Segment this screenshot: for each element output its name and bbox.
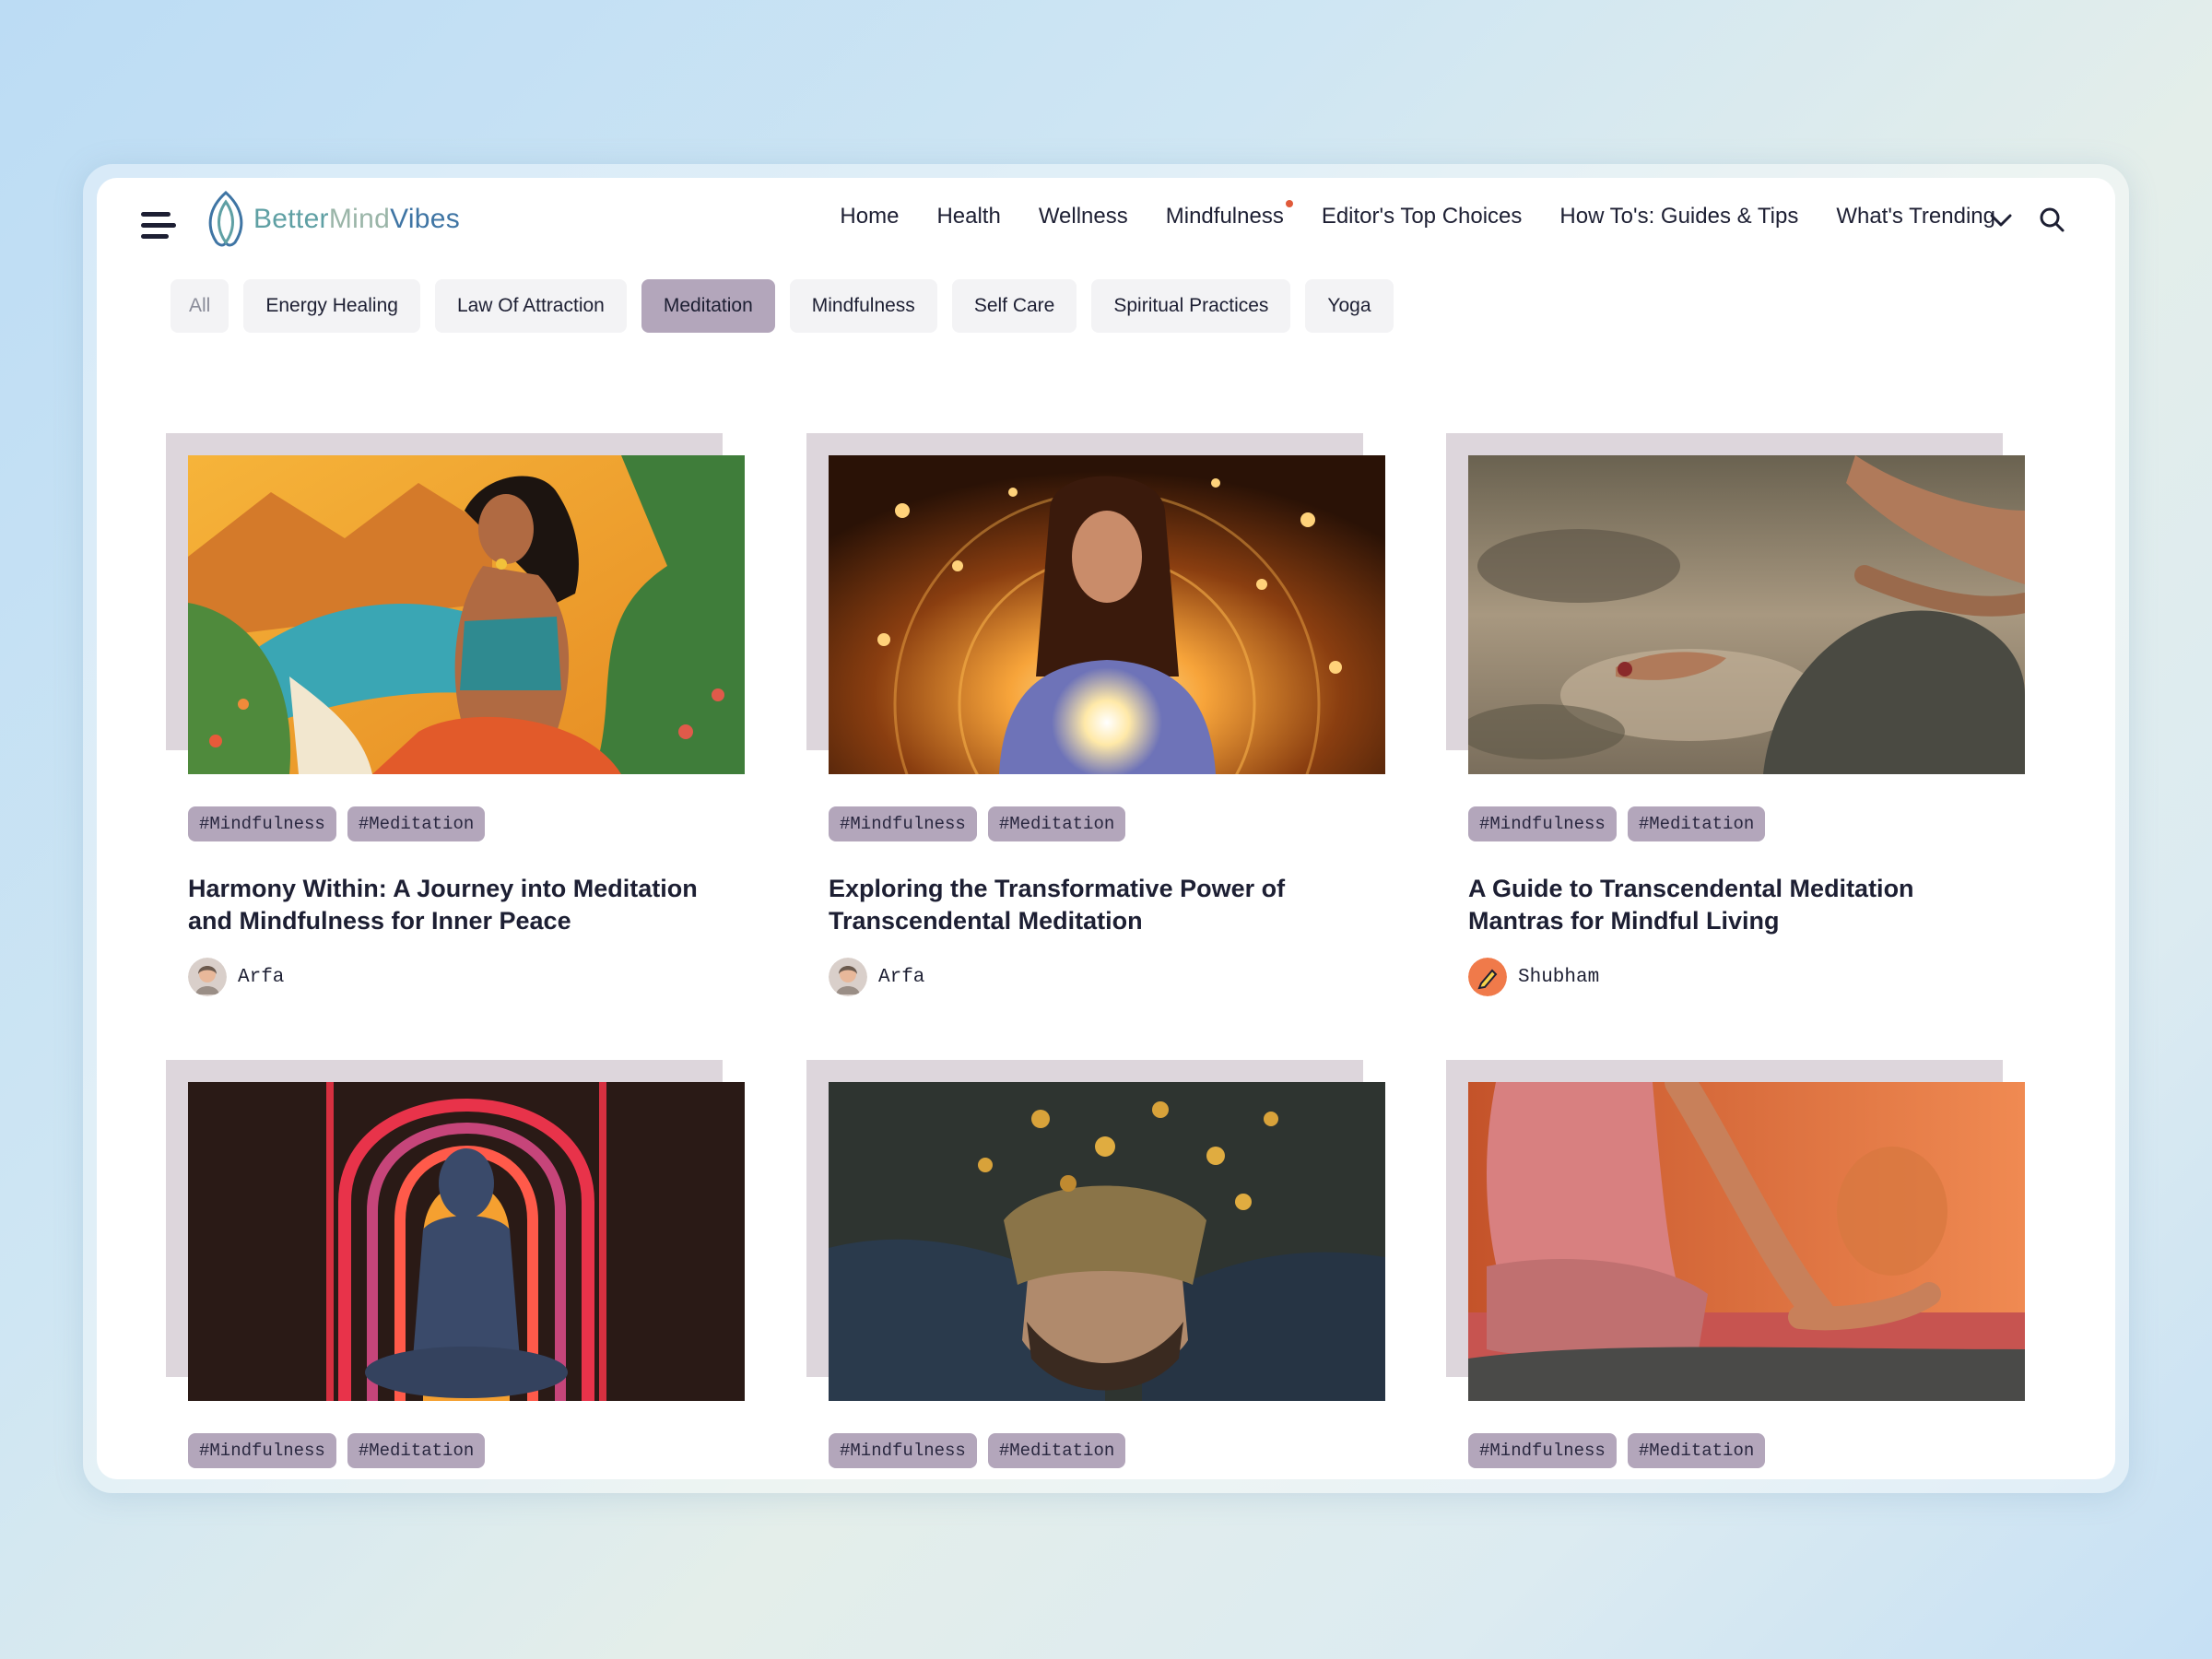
category-chip-yoga[interactable]: Yoga (1305, 279, 1394, 333)
chevron-down-icon[interactable] (1988, 209, 2014, 231)
author-name: Shubham (1518, 966, 1600, 988)
article-image[interactable] (1468, 1082, 2025, 1401)
article-card[interactable]: #Mindfulness #Meditation (166, 1060, 747, 1468)
article-card[interactable]: #Mindfulness #Meditation Harmony Within:… (166, 433, 747, 996)
category-chip-self-care[interactable]: Self Care (951, 279, 1077, 333)
tag-mindfulness[interactable]: #Mindfulness (829, 1433, 977, 1468)
article-card[interactable]: #Mindfulness #Meditation Exploring the T… (806, 433, 1387, 996)
nav-item-wellness[interactable]: Wellness (1039, 204, 1128, 229)
nav-item-how-tos[interactable]: How To's: Guides & Tips (1559, 204, 1798, 229)
article-card[interactable]: #Mindfulness #Meditation (806, 1060, 1387, 1468)
article-image[interactable] (188, 455, 745, 774)
browser-window: BetterMindVibes Home Health Wellness Min… (97, 178, 2115, 1479)
tag-mindfulness[interactable]: #Mindfulness (1468, 806, 1617, 841)
site-name: BetterMindVibes (253, 204, 461, 234)
tag-meditation[interactable]: #Meditation (987, 806, 1126, 841)
category-chip-spiritual-practices[interactable]: Spiritual Practices (1091, 279, 1291, 333)
category-chip-all[interactable]: All (171, 279, 229, 333)
tag-meditation[interactable]: #Meditation (347, 806, 486, 841)
category-chip-meditation[interactable]: Meditation (641, 279, 775, 333)
search-icon[interactable] (2038, 206, 2065, 233)
article-image[interactable] (188, 1082, 745, 1401)
nav-item-editors-top-choices[interactable]: Editor's Top Choices (1322, 204, 1523, 229)
article-card[interactable]: #Mindfulness #Meditation (1446, 1060, 2027, 1468)
tag-meditation[interactable]: #Meditation (987, 1433, 1126, 1468)
author-name: Arfa (878, 966, 925, 988)
tag-mindfulness[interactable]: #Mindfulness (1468, 1433, 1617, 1468)
tag-mindfulness[interactable]: #Mindfulness (829, 806, 977, 841)
article-author[interactable]: Shubham (1468, 958, 2027, 996)
article-image[interactable] (1468, 455, 2025, 774)
nav-item-mindfulness[interactable]: Mindfulness (1166, 200, 1293, 229)
article-title[interactable]: Exploring the Transformative Power of Tr… (829, 873, 1363, 937)
category-chip-law-of-attraction[interactable]: Law Of Attraction (434, 279, 627, 333)
article-image[interactable] (829, 1082, 1385, 1401)
site-logo[interactable]: BetterMindVibes (200, 189, 460, 250)
tag-mindfulness[interactable]: #Mindfulness (188, 806, 336, 841)
article-author[interactable]: Arfa (188, 958, 747, 996)
main-nav: Home Health Wellness Mindfulness Editor'… (802, 200, 1995, 229)
author-avatar (829, 958, 867, 996)
author-avatar (188, 958, 227, 996)
category-chip-mindfulness[interactable]: Mindfulness (789, 279, 937, 333)
nav-item-whats-trending[interactable]: What's Trending (1836, 204, 1995, 229)
author-name: Arfa (238, 966, 285, 988)
author-avatar (1468, 958, 1507, 996)
nav-item-home[interactable]: Home (840, 204, 899, 229)
hamburger-menu-icon[interactable] (141, 207, 178, 244)
article-card[interactable]: #Mindfulness #Meditation A Guide to Tran… (1446, 433, 2027, 996)
lotus-logo-icon (208, 190, 243, 247)
category-chip-energy-healing[interactable]: Energy Healing (243, 279, 420, 333)
category-filter-bar: All Energy Healing Law Of Attraction Med… (171, 279, 1394, 333)
article-author[interactable]: Arfa (829, 958, 1387, 996)
article-image[interactable] (829, 455, 1385, 774)
tag-meditation[interactable]: #Meditation (347, 1433, 486, 1468)
article-title[interactable]: A Guide to Transcendental Meditation Man… (1468, 873, 2003, 937)
tag-meditation[interactable]: #Meditation (1627, 806, 1766, 841)
tag-meditation[interactable]: #Meditation (1627, 1433, 1766, 1468)
nav-item-health[interactable]: Health (936, 204, 1000, 229)
tag-mindfulness[interactable]: #Mindfulness (188, 1433, 336, 1468)
article-title[interactable]: Harmony Within: A Journey into Meditatio… (188, 873, 723, 937)
